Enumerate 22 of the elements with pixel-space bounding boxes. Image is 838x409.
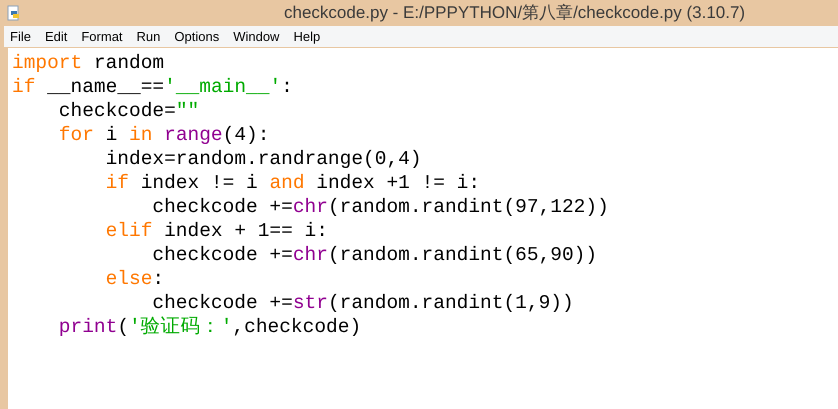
menu-item[interactable]: Run — [136, 30, 160, 43]
code-line: index=random.randrange(0,4) — [106, 147, 422, 171]
code-line: checkcode +=str(random.randint(1,9)) — [152, 291, 574, 315]
code-line: else: — [106, 267, 164, 291]
code-line: if __name__=='__main__': — [12, 75, 293, 99]
python-file-icon — [6, 5, 22, 21]
code-line: import random — [12, 51, 164, 75]
menu-item[interactable]: Format — [81, 30, 123, 43]
code-editor[interactable] — [8, 48, 838, 409]
menu-item[interactable]: Window — [233, 30, 280, 43]
code-line: checkcode="" — [58, 99, 200, 123]
menu-item[interactable]: Options — [174, 30, 220, 43]
menu-item[interactable]: Edit — [44, 30, 68, 43]
code-line: for i in range(4): — [58, 123, 270, 147]
window-title: checkcode.py - E:/PPPYTHON/第八章/checkcode.py (3.10.7) — [284, 2, 746, 24]
code-line: elif index + 1== i: — [106, 219, 328, 243]
code-line: checkcode +=chr(random.randint(65,90)) — [152, 243, 598, 267]
code-line: if index != i and index +1 != i: — [106, 171, 480, 195]
code-line: print('验证码：',checkcode) — [58, 315, 362, 339]
menu-item[interactable]: File — [10, 30, 31, 43]
menu-item[interactable]: Help — [293, 30, 320, 43]
code-line: checkcode +=chr(random.randint(97,122)) — [152, 195, 609, 219]
